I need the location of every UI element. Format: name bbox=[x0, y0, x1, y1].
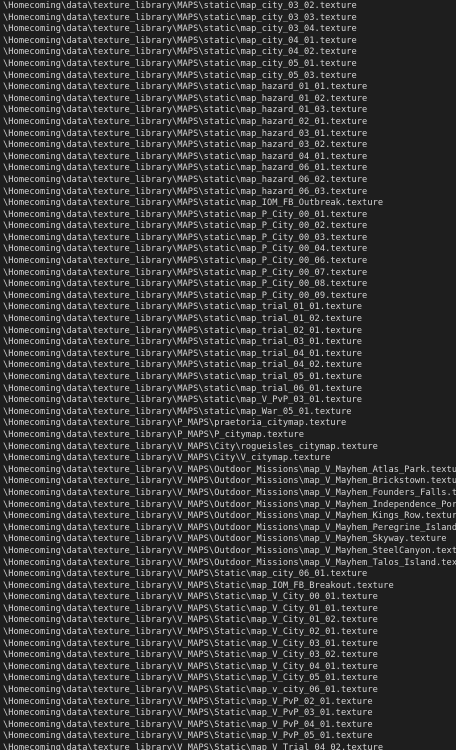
file-path-list: \Homecoming\data\texture_library\MAPS\st… bbox=[3, 1, 456, 750]
output-line: \Homecoming\data\texture_library\V_MAPS\… bbox=[3, 685, 378, 696]
output-line: \Homecoming\data\texture_library\V_MAPS\… bbox=[3, 522, 456, 533]
output-line: \Homecoming\data\texture_library\MAPS\st… bbox=[3, 163, 368, 174]
output-line: \Homecoming\data\texture_library\V_MAPS\… bbox=[3, 627, 378, 638]
output-line: \Homecoming\data\texture_library\MAPS\st… bbox=[3, 221, 368, 232]
output-line: \Homecoming\data\texture_library\V_MAPS\… bbox=[3, 696, 373, 707]
output-line: \Homecoming\data\texture_library\MAPS\st… bbox=[3, 232, 368, 243]
output-line: \Homecoming\data\texture_library\V_MAPS\… bbox=[3, 569, 368, 580]
output-line: \Homecoming\data\texture_library\MAPS\st… bbox=[3, 279, 368, 290]
output-line: \Homecoming\data\texture_library\V_MAPS\… bbox=[3, 673, 378, 684]
output-line: \Homecoming\data\texture_library\MAPS\st… bbox=[3, 302, 363, 313]
output-line: \Homecoming\data\texture_library\MAPS\st… bbox=[3, 186, 368, 197]
output-line: \Homecoming\data\texture_library\P_MAPS\… bbox=[3, 418, 347, 429]
output-line: \Homecoming\data\texture_library\V_MAPS\… bbox=[3, 545, 456, 556]
output-line: \Homecoming\data\texture_library\MAPS\st… bbox=[3, 24, 357, 35]
output-line: \Homecoming\data\texture_library\MAPS\st… bbox=[3, 116, 368, 127]
output-line: \Homecoming\data\texture_library\V_MAPS\… bbox=[3, 731, 373, 742]
output-line: \Homecoming\data\texture_library\V_MAPS\… bbox=[3, 719, 373, 730]
output-line: \Homecoming\data\texture_library\MAPS\st… bbox=[3, 209, 368, 220]
output-line: \Homecoming\data\texture_library\MAPS\st… bbox=[3, 372, 363, 382]
output-line: \Homecoming\data\texture_library\V_MAPS\… bbox=[3, 638, 378, 649]
output-line: \Homecoming\data\texture_library\P_MAPS\… bbox=[3, 429, 304, 440]
output-line: \Homecoming\data\texture_library\V_MAPS\… bbox=[3, 603, 378, 614]
output-line: \Homecoming\data\texture_library\V_MAPS\… bbox=[3, 615, 378, 626]
output-line: \Homecoming\data\texture_library\V_MAPS\… bbox=[3, 661, 378, 672]
output-line: \Homecoming\data\texture_library\V_MAPS\… bbox=[3, 453, 331, 464]
console-output: \Homecoming\data\texture_library\MAPS\st… bbox=[0, 0, 456, 750]
output-line: \Homecoming\data\texture_library\MAPS\st… bbox=[3, 290, 368, 301]
output-line: \Homecoming\data\texture_library\MAPS\st… bbox=[3, 325, 363, 336]
output-line: \Homecoming\data\texture_library\V_MAPS\… bbox=[3, 557, 456, 568]
output-line: \Homecoming\data\texture_library\MAPS\st… bbox=[3, 151, 368, 162]
output-line: \Homecoming\data\texture_library\MAPS\st… bbox=[3, 267, 368, 278]
output-line: \Homecoming\data\texture_library\V_MAPS\… bbox=[3, 487, 456, 498]
output-line: \Homecoming\data\texture_library\MAPS\st… bbox=[3, 58, 357, 69]
output-line: \Homecoming\data\texture_library\MAPS\st… bbox=[3, 12, 357, 23]
output-line: \Homecoming\data\texture_library\MAPS\st… bbox=[3, 383, 363, 394]
output-line: \Homecoming\data\texture_library\V_MAPS\… bbox=[3, 464, 456, 475]
output-line: \Homecoming\data\texture_library\V_MAPS\… bbox=[3, 499, 456, 510]
output-line: \Homecoming\data\texture_library\MAPS\st… bbox=[3, 256, 368, 267]
output-line: \Homecoming\data\texture_library\V_MAPS\… bbox=[3, 476, 456, 487]
output-line: \Homecoming\data\texture_library\V_MAPS\… bbox=[3, 534, 447, 545]
output-line: \Homecoming\data\texture_library\MAPS\st… bbox=[3, 70, 357, 81]
output-line: \Homecoming\data\texture_library\MAPS\st… bbox=[3, 314, 363, 325]
output-line: \Homecoming\data\texture_library\MAPS\st… bbox=[3, 198, 384, 209]
output-line: \Homecoming\data\texture_library\V_MAPS\… bbox=[3, 743, 384, 750]
output-line: \Homecoming\data\texture_library\V_MAPS\… bbox=[3, 708, 373, 719]
output-line: \Homecoming\data\texture_library\MAPS\st… bbox=[3, 395, 363, 406]
output-line: \Homecoming\data\texture_library\MAPS\st… bbox=[3, 35, 357, 46]
output-line: \Homecoming\data\texture_library\V_MAPS\… bbox=[3, 441, 378, 452]
output-line: \Homecoming\data\texture_library\V_MAPS\… bbox=[3, 580, 394, 591]
output-line: \Homecoming\data\texture_library\MAPS\st… bbox=[3, 82, 368, 93]
output-line: \Homecoming\data\texture_library\MAPS\st… bbox=[3, 337, 363, 348]
output-line: \Homecoming\data\texture_library\V_MAPS\… bbox=[3, 511, 456, 522]
output-line: \Homecoming\data\texture_library\MAPS\st… bbox=[3, 244, 368, 255]
output-line: \Homecoming\data\texture_library\MAPS\st… bbox=[3, 93, 368, 104]
output-line: \Homecoming\data\texture_library\MAPS\st… bbox=[3, 174, 368, 185]
output-line: \Homecoming\data\texture_library\V_MAPS\… bbox=[3, 650, 378, 661]
output-line: \Homecoming\data\texture_library\MAPS\st… bbox=[3, 128, 368, 139]
output-line: \Homecoming\data\texture_library\MAPS\st… bbox=[3, 406, 352, 417]
output-line: \Homecoming\data\texture_library\MAPS\st… bbox=[3, 360, 363, 371]
output-line: \Homecoming\data\texture_library\MAPS\st… bbox=[3, 105, 368, 116]
output-line: \Homecoming\data\texture_library\MAPS\st… bbox=[3, 348, 363, 359]
output-line: \Homecoming\data\texture_library\MAPS\st… bbox=[3, 140, 368, 151]
output-line: \Homecoming\data\texture_library\V_MAPS\… bbox=[3, 592, 378, 603]
output-line: \Homecoming\data\texture_library\MAPS\st… bbox=[3, 1, 357, 11]
output-line: \Homecoming\data\texture_library\MAPS\st… bbox=[3, 47, 357, 58]
